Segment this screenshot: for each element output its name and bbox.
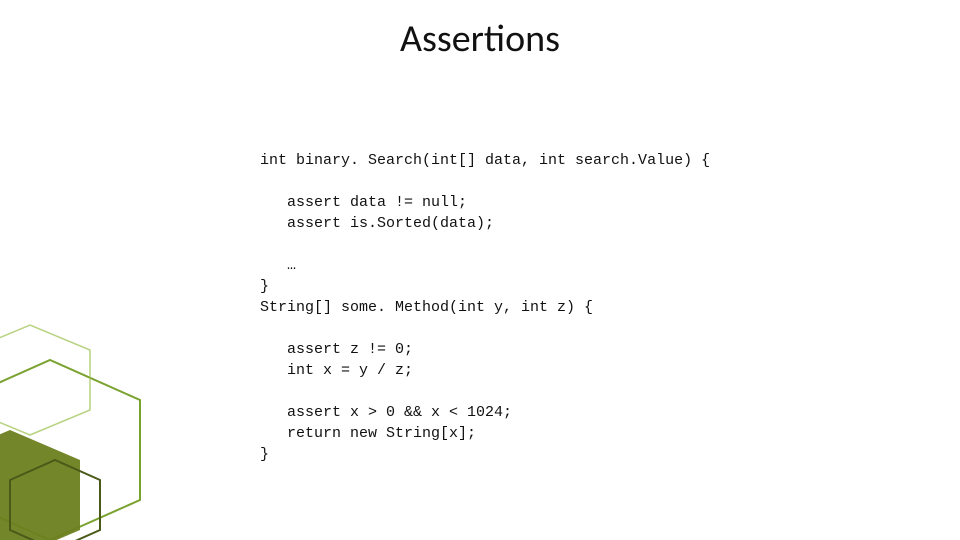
corner-decoration (0, 280, 260, 540)
code-block: int binary. Search(int[] data, int searc… (260, 150, 710, 465)
slide-title: Assertions (0, 16, 960, 62)
